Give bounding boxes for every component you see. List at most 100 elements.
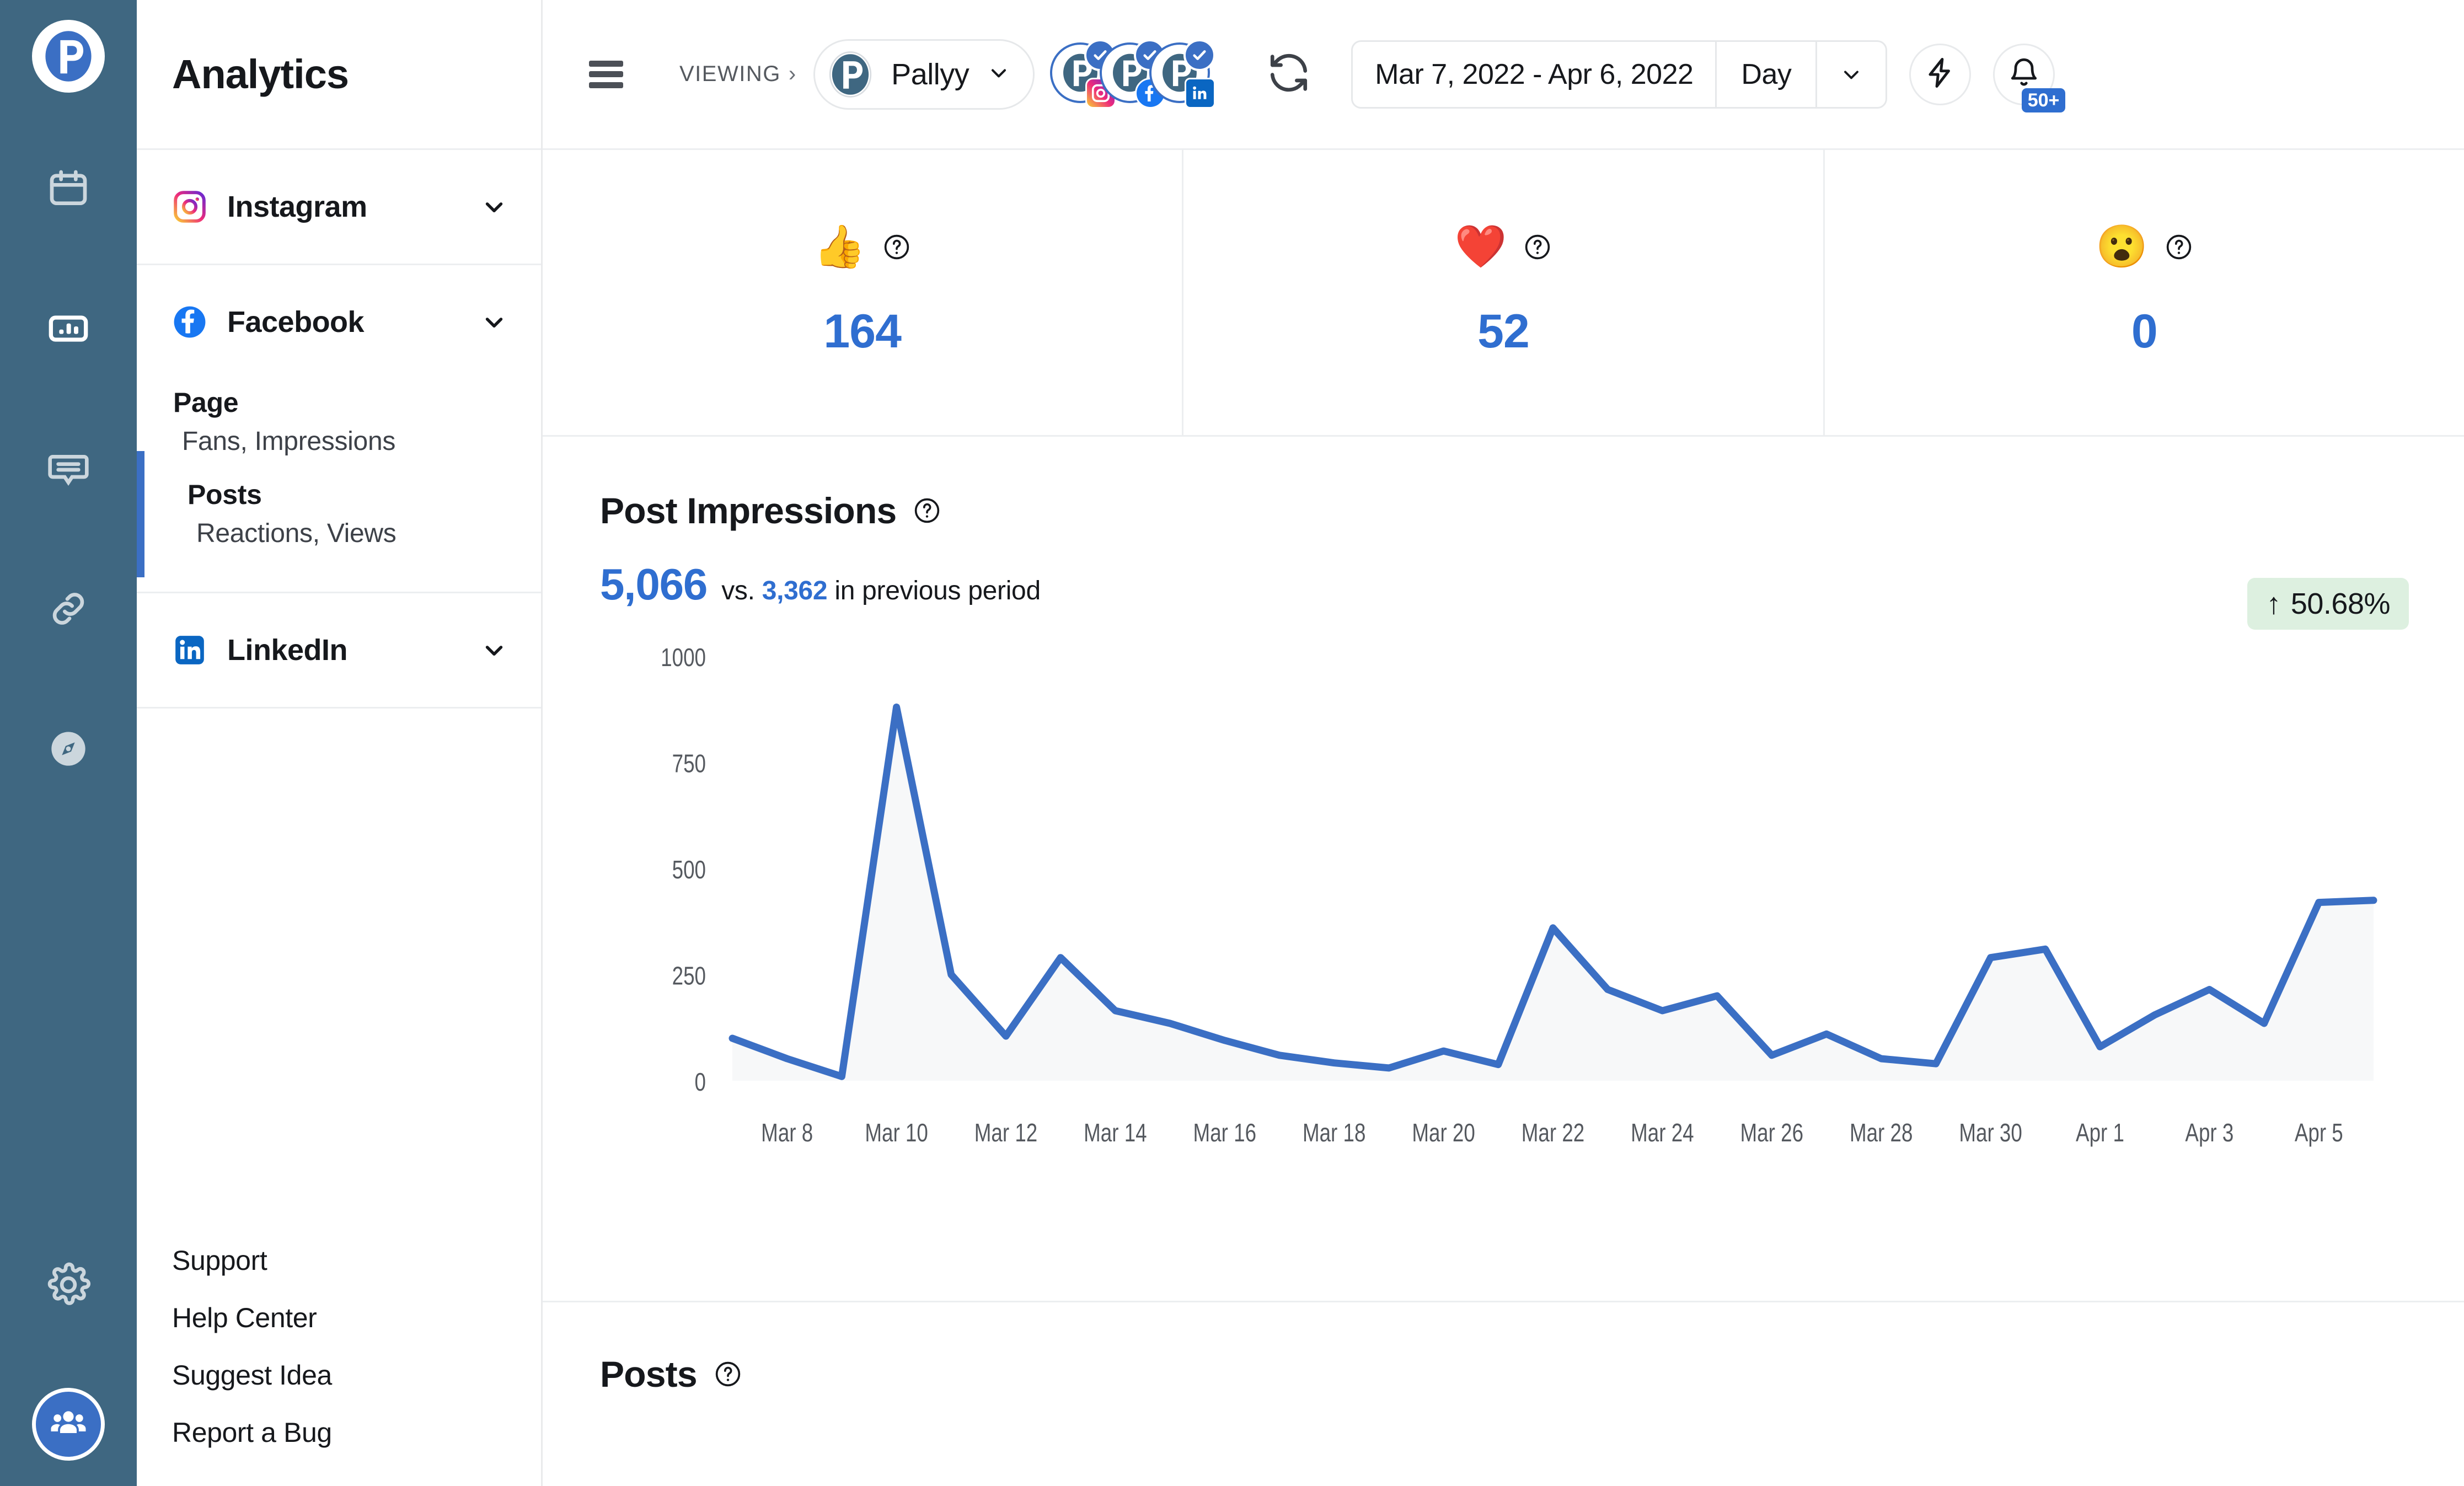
comparison-suffix: in previous period	[834, 576, 1041, 605]
posts-card: Posts	[543, 1302, 2464, 1486]
bell-icon	[2007, 56, 2040, 92]
sidebar-item-label: LinkedIn	[227, 634, 348, 667]
heart-icon: ❤️	[1454, 223, 1507, 270]
help-icon[interactable]	[2165, 233, 2193, 261]
y-axis-tick: 1000	[661, 643, 706, 672]
date-range-value[interactable]: Mar 7, 2022 - Apr 6, 2022	[1353, 58, 1715, 91]
stat-value: 0	[2131, 305, 2158, 358]
refresh-icon	[1266, 50, 1312, 99]
y-axis-tick: 500	[672, 855, 706, 884]
footer-link-support[interactable]: Support	[172, 1232, 541, 1290]
viewing-label: VIEWING	[679, 62, 781, 86]
instagram-icon	[172, 189, 207, 224]
previous-period-value: 3,362	[762, 576, 828, 605]
notifications-button[interactable]: 50+	[1993, 43, 2066, 112]
nav-group-linkedin: LinkedIn	[137, 593, 541, 709]
x-axis-tick: Apr 5	[2295, 1118, 2343, 1147]
avatar	[824, 47, 877, 101]
stat-card-wow: 😮 0	[1825, 150, 2464, 435]
breadcrumb-caret-icon: ›	[788, 62, 796, 86]
granularity-value[interactable]: Day	[1717, 58, 1815, 91]
stat-card-like: 👍 164	[543, 150, 1184, 435]
app-root: Analytics Instagram Facebook Page Fans, …	[0, 0, 2464, 1486]
rail-bottom	[32, 1256, 105, 1461]
impressions-total: 5,066	[600, 560, 708, 609]
footer-link-report-a-bug[interactable]: Report a Bug	[172, 1404, 541, 1462]
y-axis-tick: 750	[672, 749, 706, 778]
connected-accounts	[1050, 39, 1216, 109]
x-axis-tick: Mar 8	[761, 1118, 813, 1147]
chart-svg: 0 250 500 750 1000 Mar 8 Mar 10 Mar 12 Mar 14 Mar…	[661, 643, 2409, 1147]
stat-header: 👍	[813, 226, 911, 268]
status-badge: ↑ 50.68%	[2247, 578, 2409, 630]
chevron-down-icon[interactable]	[480, 308, 508, 336]
impressions-chart[interactable]: 0 250 500 750 1000 Mar 8 Mar 10 Mar 12 Mar 14 Mar…	[600, 640, 2409, 1191]
main-content: VIEWING › Pallyy Mar 7, 2022 - Apr 6, 20…	[543, 0, 2464, 1486]
top-bar: VIEWING › Pallyy Mar 7, 2022 - Apr 6, 20…	[543, 0, 2464, 150]
rail-item-discover[interactable]	[32, 714, 105, 786]
x-axis-tick: Mar 30	[1959, 1118, 2022, 1147]
rail-item-comments[interactable]	[32, 433, 105, 506]
rail-item-calendar[interactable]	[32, 153, 105, 226]
sidebar-item-label: Facebook	[227, 305, 365, 339]
posts-header: Posts	[600, 1353, 2407, 1395]
sidebar-item-label: Instagram	[227, 190, 367, 223]
y-axis-tick: 250	[672, 962, 706, 990]
chevron-down-icon[interactable]	[480, 636, 508, 664]
chevron-down-icon[interactable]	[480, 193, 508, 221]
notifications-badge: 50+	[2021, 88, 2066, 112]
chart-summary: 5,066 vs. 3,362 in previous period	[600, 562, 2409, 607]
x-axis-tick: Mar 14	[1084, 1118, 1147, 1147]
sidebar-item-facebook[interactable]: Facebook	[137, 265, 541, 379]
footer-link-suggest-idea[interactable]: Suggest Idea	[172, 1347, 541, 1404]
help-icon[interactable]	[1523, 233, 1552, 261]
x-axis-tick: Mar 24	[1631, 1118, 1694, 1147]
rail-item-link[interactable]	[32, 573, 105, 646]
calendar-icon	[46, 167, 90, 213]
hamburger-icon[interactable]	[589, 60, 623, 88]
x-axis-tick: Mar 26	[1740, 1118, 1804, 1147]
comments-icon	[46, 447, 90, 493]
sidebar-header: Analytics	[137, 0, 541, 150]
stat-header: ❤️	[1455, 226, 1552, 268]
sidebar-item-facebook-page[interactable]: Page Fans, Impressions	[137, 379, 541, 471]
linkedin-icon	[172, 632, 207, 668]
lightning-icon	[1923, 56, 1957, 93]
rail-item-settings[interactable]	[32, 1256, 105, 1316]
thumbs-up-icon: 👍	[813, 223, 866, 270]
sidebar-footer: Support Help Center Suggest Idea Report …	[137, 1232, 541, 1486]
x-axis-tick: Mar 10	[865, 1118, 928, 1147]
rail-item-team[interactable]	[32, 1388, 105, 1461]
help-icon[interactable]	[714, 1360, 742, 1388]
change-percent: 50.68%	[2290, 587, 2391, 620]
x-axis-tick: Mar 16	[1193, 1118, 1257, 1147]
analytics-icon	[46, 307, 90, 353]
x-axis-tick: Mar 22	[1522, 1118, 1585, 1147]
account-linkedin[interactable]	[1149, 39, 1216, 109]
rail-item-analytics[interactable]	[32, 293, 105, 366]
profile-selector[interactable]: Pallyy	[813, 39, 1035, 110]
footer-link-help-center[interactable]: Help Center	[172, 1290, 541, 1347]
help-icon[interactable]	[913, 496, 941, 525]
sidebar-item-facebook-posts[interactable]: Posts Reactions, Views	[137, 451, 541, 577]
help-icon[interactable]	[882, 233, 911, 261]
chevron-down-icon[interactable]	[1817, 62, 1886, 87]
wow-face-icon: 😮	[2096, 223, 2148, 270]
page-title: Analytics	[172, 51, 349, 97]
stat-value: 52	[1477, 305, 1530, 358]
x-axis-tick: Mar 20	[1412, 1118, 1475, 1147]
chart-area-fill	[732, 707, 2374, 1081]
x-axis-tick: Apr 3	[2185, 1118, 2233, 1147]
post-impressions-card: Post Impressions 5,066 vs. 3,362 in prev…	[543, 437, 2464, 1302]
chevron-down-icon	[987, 61, 1011, 88]
refresh-button[interactable]	[1258, 44, 1319, 105]
sidebar-item-instagram[interactable]: Instagram	[137, 150, 541, 264]
posts-title: Posts	[600, 1354, 698, 1394]
team-icon	[49, 1403, 88, 1446]
link-icon	[46, 587, 90, 634]
quick-action-button[interactable]	[1909, 43, 1972, 105]
stat-header: 😮	[2096, 226, 2193, 268]
app-logo[interactable]	[32, 20, 105, 93]
sidebar-item-linkedin[interactable]: LinkedIn	[137, 593, 541, 707]
